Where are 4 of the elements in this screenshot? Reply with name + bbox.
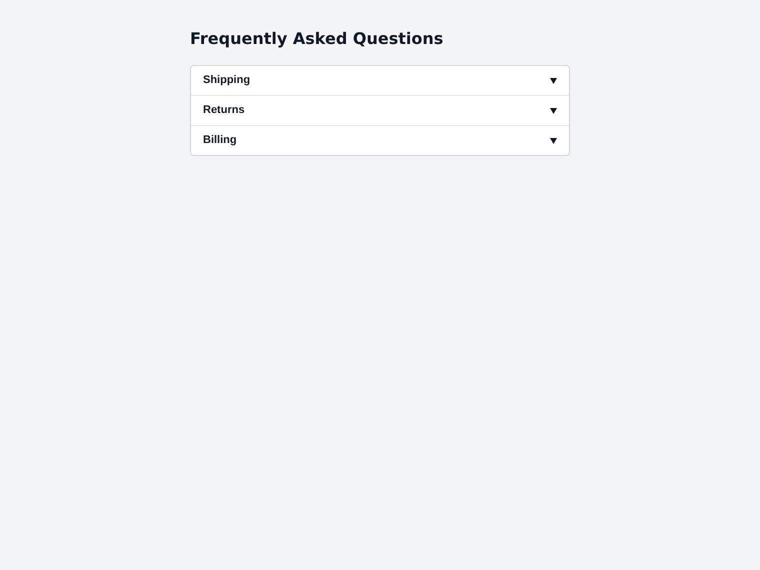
caret-icon <box>550 108 557 114</box>
caret-icon <box>550 138 557 144</box>
page-title: Frequently Asked Questions <box>190 28 444 50</box>
caret-icon <box>550 78 557 84</box>
